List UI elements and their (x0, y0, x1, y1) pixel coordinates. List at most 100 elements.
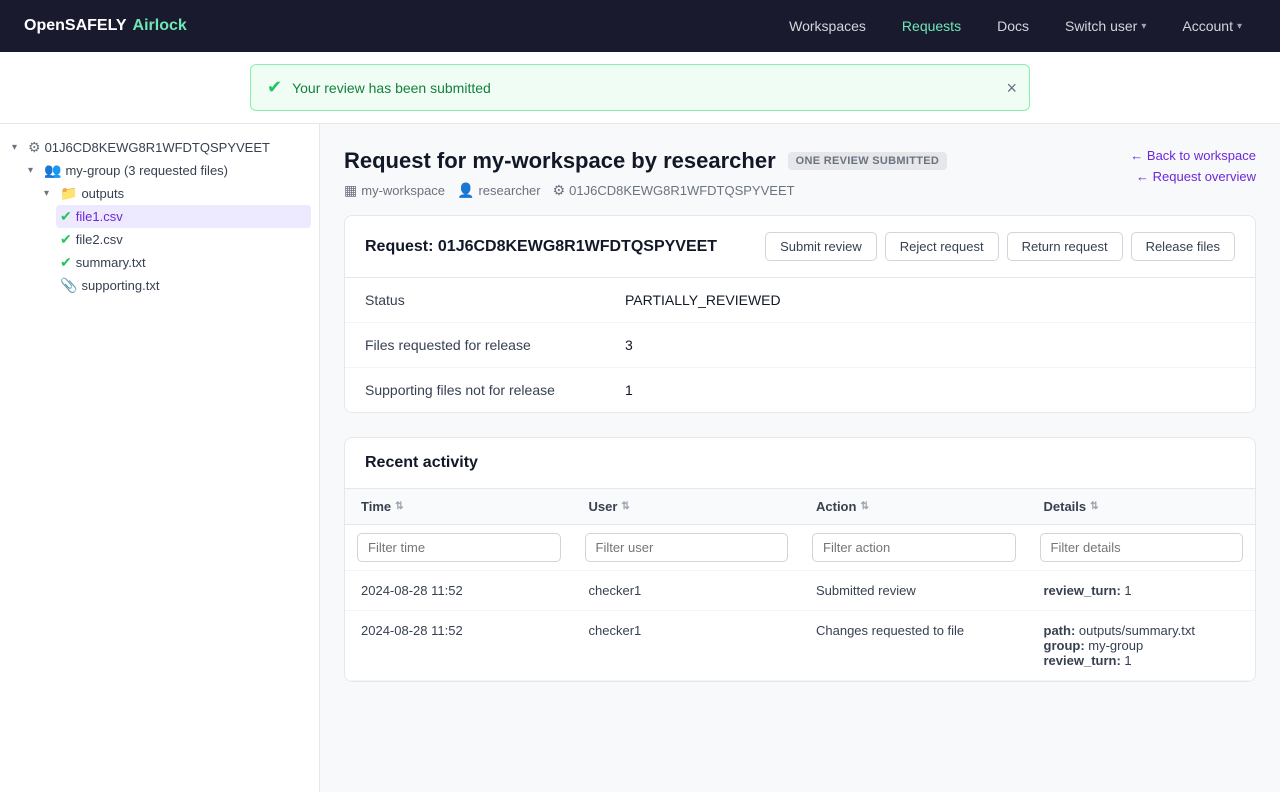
page-header: Request for my-workspace by researcher O… (344, 148, 1256, 199)
nav-workspaces[interactable]: Workspaces (775, 12, 880, 40)
sort-details-icon[interactable]: ⇅ (1090, 501, 1098, 512)
banner-wrap: ✔ Your review has been submitted × (0, 52, 1280, 124)
activity-tbody: 2024-08-28 11:52checker1Submitted review… (345, 571, 1255, 681)
breadcrumb-researcher: 👤 researcher (457, 182, 541, 199)
detail-key: path: (1044, 623, 1076, 638)
tree-chevron-icon: ▾ (12, 142, 24, 153)
filter-time-cell (345, 525, 573, 571)
filter-details-cell (1028, 525, 1256, 571)
filter-user-cell (573, 525, 801, 571)
submit-review-button[interactable]: Submit review (765, 232, 877, 261)
filter-action-cell (800, 525, 1028, 571)
title-group: Request for my-workspace by researcher O… (344, 148, 947, 199)
filter-details-input[interactable] (1040, 533, 1244, 562)
review-badge: ONE REVIEW SUBMITTED (788, 152, 948, 170)
breadcrumb-workspace-label: my-workspace (361, 183, 445, 198)
file-1-label: file1.csv (76, 209, 123, 224)
navbar: OpenSAFELY Airlock Workspaces Requests D… (0, 0, 1280, 52)
tree-file-1[interactable]: ✔ file1.csv (56, 205, 311, 228)
breadcrumb-id-label: 01J6CD8KEWG8R1WFDTQSPYVEET (569, 183, 794, 198)
filter-time-input[interactable] (357, 533, 561, 562)
filter-action-input[interactable] (812, 533, 1016, 562)
sort-user-icon[interactable]: ⇅ (621, 501, 629, 512)
col-user: User ⇅ (573, 489, 801, 525)
user-icon: 👤 (457, 182, 474, 199)
outputs-chevron-icon: ▾ (44, 188, 56, 199)
breadcrumb-workspace: ▦ my-workspace (344, 182, 445, 199)
switch-user-chevron-icon: ▾ (1141, 21, 1146, 32)
detail-key: review_turn: (1044, 653, 1121, 668)
tree-file-4[interactable]: 📎 supporting.txt (56, 274, 311, 297)
request-overview-link[interactable]: ← Request overview (1136, 169, 1256, 184)
page-title: Request for my-workspace by researcher O… (344, 148, 947, 174)
info-table: Status PARTIALLY_REVIEWED Files requeste… (345, 278, 1255, 412)
group-chevron-icon: ▾ (28, 165, 40, 176)
nav-switch-user[interactable]: Switch user ▾ (1051, 12, 1160, 40)
status-value: PARTIALLY_REVIEWED (625, 292, 781, 308)
tree-file-2[interactable]: ✔ file2.csv (56, 228, 311, 251)
banner-close-button[interactable]: × (1006, 79, 1017, 97)
approved-icon-3: ✔ (60, 254, 72, 271)
page-actions: ← Back to workspace ← Request overview (1130, 148, 1256, 184)
nav-requests[interactable]: Requests (888, 12, 975, 40)
cell-time: 2024-08-28 11:52 (345, 571, 573, 611)
detail-value: my-group (1085, 638, 1144, 653)
activity-header-row: Time ⇅ User ⇅ Action (345, 489, 1255, 525)
cell-time: 2024-08-28 11:52 (345, 611, 573, 681)
approved-icon-2: ✔ (60, 231, 72, 248)
col-time: Time ⇅ (345, 489, 573, 525)
detail-key: review_turn: (1044, 583, 1121, 598)
activity-title: Recent activity (365, 454, 478, 471)
detail-value: outputs/summary.txt (1075, 623, 1195, 638)
cell-action: Submitted review (800, 571, 1028, 611)
files-value: 3 (625, 337, 633, 353)
supporting-value: 1 (625, 382, 633, 398)
activity-card: Recent activity Time ⇅ User (344, 437, 1256, 682)
breadcrumb-request-id: ⚙ 01J6CD8KEWG8R1WFDTQSPYVEET (553, 182, 795, 199)
cell-user: checker1 (573, 571, 801, 611)
reject-request-button[interactable]: Reject request (885, 232, 999, 261)
brand: OpenSAFELY Airlock (24, 17, 187, 35)
filter-user-input[interactable] (585, 533, 789, 562)
layers-icon: ▦ (344, 182, 357, 199)
file-2-label: file2.csv (76, 232, 123, 247)
request-id: Request: 01J6CD8KEWG8R1WFDTQSPYVEET (365, 238, 717, 256)
return-request-button[interactable]: Return request (1007, 232, 1123, 261)
file-4-label: supporting.txt (81, 278, 159, 293)
nav-docs[interactable]: Docs (983, 12, 1043, 40)
col-details: Details ⇅ (1028, 489, 1256, 525)
filter-row (345, 525, 1255, 571)
tree-group[interactable]: ▾ 👥 my-group (3 requested files) (24, 159, 311, 182)
table-row: 2024-08-28 11:52checker1Changes requeste… (345, 611, 1255, 681)
tree-outputs[interactable]: ▾ 📁 outputs (40, 182, 311, 205)
status-row: Status PARTIALLY_REVIEWED (345, 278, 1255, 323)
files-row: Files requested for release 3 (345, 323, 1255, 368)
back-workspace-link[interactable]: ← Back to workspace (1130, 148, 1256, 163)
request-buttons: Submit review Reject request Return requ… (765, 232, 1235, 261)
sort-time-icon[interactable]: ⇅ (395, 501, 403, 512)
detail-key: group: (1044, 638, 1085, 653)
tree-outputs-label: outputs (81, 186, 124, 201)
sidebar: ▾ ⚙ 01J6CD8KEWG8R1WFDTQSPYVEET ▾ 👥 my-gr… (0, 124, 320, 792)
cell-details: path: outputs/summary.txtgroup: my-group… (1028, 611, 1256, 681)
gear-icon: ⚙ (28, 139, 41, 156)
activity-header: Recent activity (345, 438, 1255, 489)
supporting-label: Supporting files not for release (365, 382, 625, 398)
table-row: 2024-08-28 11:52checker1Submitted review… (345, 571, 1255, 611)
tree-root[interactable]: ▾ ⚙ 01J6CD8KEWG8R1WFDTQSPYVEET (8, 136, 311, 159)
cell-action: Changes requested to file (800, 611, 1028, 681)
file-3-label: summary.txt (76, 255, 146, 270)
files-label: Files requested for release (365, 337, 625, 353)
brand-open: OpenSAFELY (24, 17, 127, 35)
account-chevron-icon: ▾ (1237, 21, 1242, 32)
nav-account[interactable]: Account ▾ (1168, 12, 1256, 40)
folder-icon: 📁 (60, 185, 77, 202)
sort-action-icon[interactable]: ⇅ (860, 501, 868, 512)
release-files-button[interactable]: Release files (1131, 232, 1235, 261)
breadcrumb-researcher-label: researcher (478, 183, 540, 198)
cell-user: checker1 (573, 611, 801, 681)
tree-file-3[interactable]: ✔ summary.txt (56, 251, 311, 274)
status-label: Status (365, 292, 625, 308)
activity-thead: Time ⇅ User ⇅ Action (345, 489, 1255, 571)
page-layout: ▾ ⚙ 01J6CD8KEWG8R1WFDTQSPYVEET ▾ 👥 my-gr… (0, 124, 1280, 792)
